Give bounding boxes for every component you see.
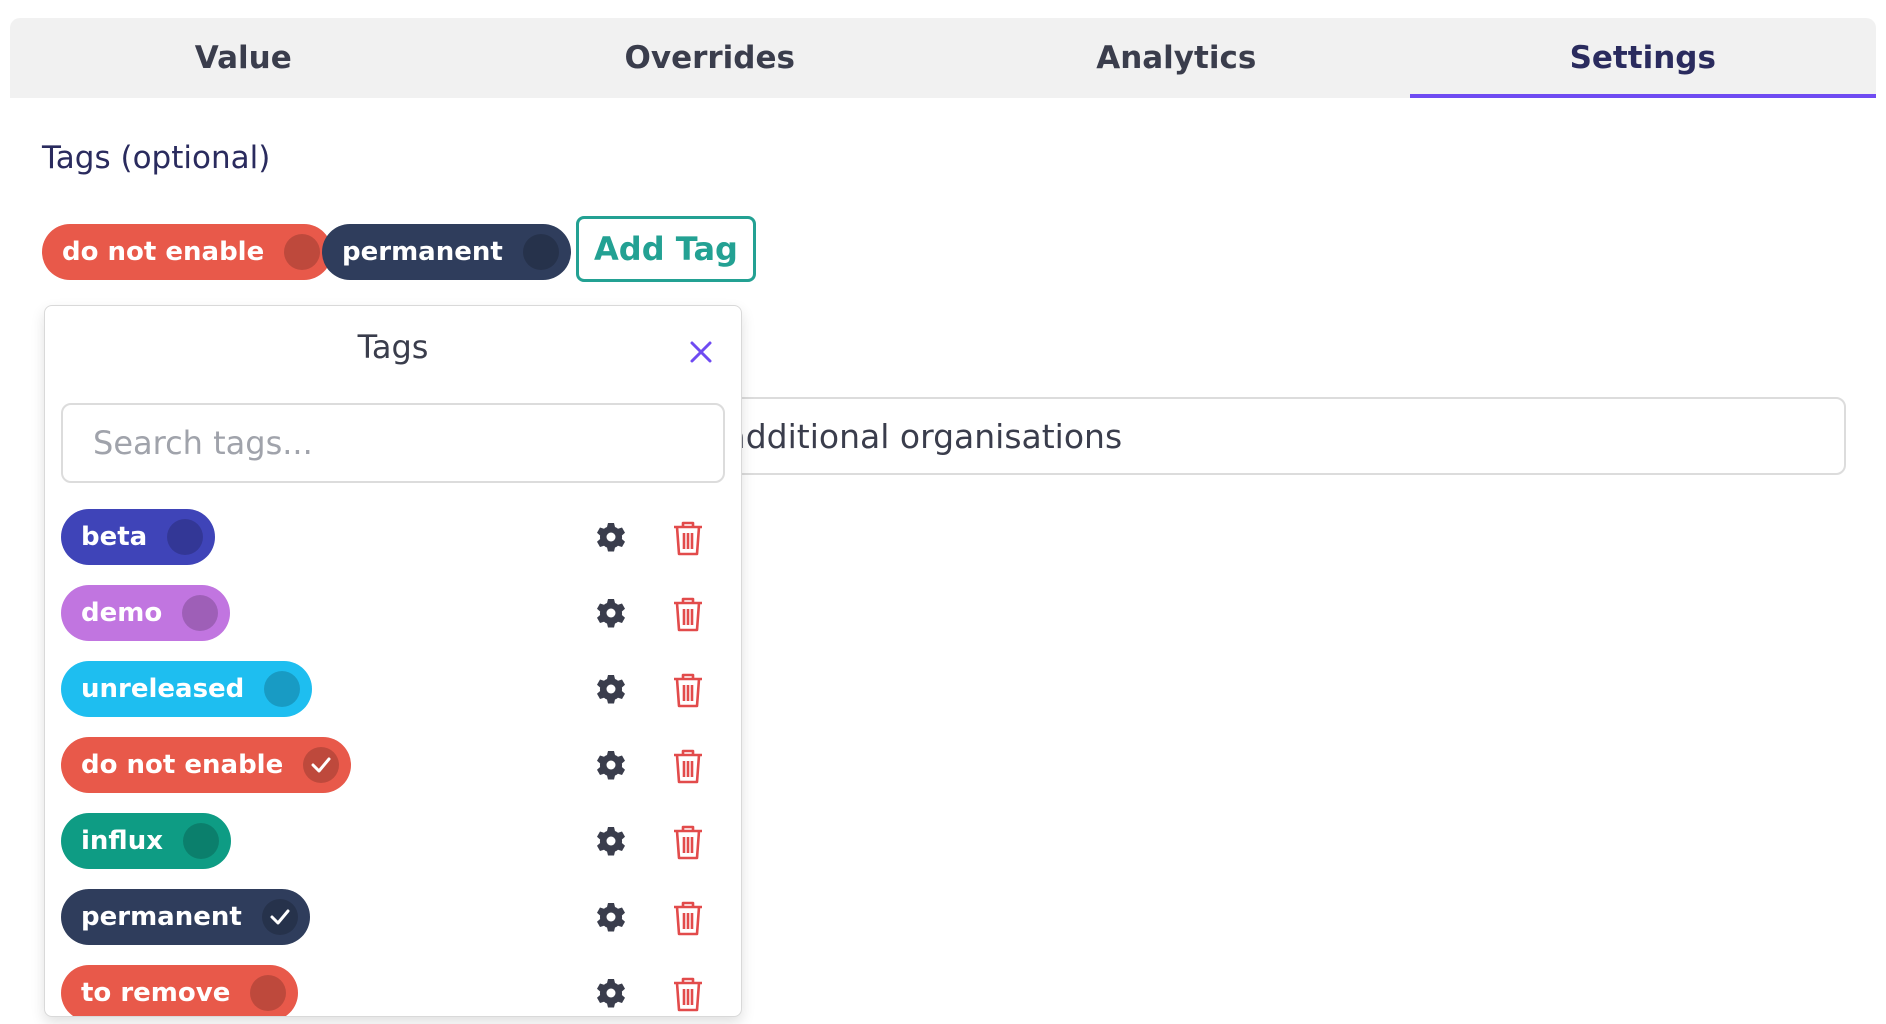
- tags-popover: Tags beta demo unreleased do not enable: [44, 305, 742, 1017]
- tab-analytics[interactable]: Analytics: [943, 18, 1410, 98]
- trash-icon[interactable]: [671, 595, 705, 633]
- tab-settings[interactable]: Settings: [1409, 18, 1877, 98]
- tag-to-remove[interactable]: to remove: [61, 965, 299, 1016]
- gear-icon[interactable]: [595, 597, 627, 629]
- tag-toggle-knob: [264, 671, 301, 707]
- search-tags-input[interactable]: [61, 403, 725, 483]
- tag-label: influx: [81, 826, 163, 856]
- organisations-field[interactable]: ng any additional organisations: [700, 397, 1846, 475]
- tag-label: do not enable: [62, 237, 265, 267]
- tag-label: demo: [81, 598, 163, 628]
- tag-toggle-knob: [303, 747, 340, 783]
- tag-label: beta: [81, 522, 148, 552]
- tag-toggle-knob: [284, 234, 321, 270]
- tab-value[interactable]: Value: [10, 18, 477, 98]
- gear-icon[interactable]: [595, 749, 627, 781]
- trash-icon[interactable]: [671, 975, 705, 1013]
- add-tag-button[interactable]: Add Tag: [576, 216, 756, 282]
- tag-beta[interactable]: beta: [61, 509, 216, 565]
- tag-toggle-knob: [182, 595, 219, 631]
- tag-label: unreleased: [81, 674, 245, 704]
- tag-row-influx: influx: [61, 813, 725, 869]
- gear-icon[interactable]: [595, 901, 627, 933]
- trash-icon[interactable]: [671, 671, 705, 709]
- gear-icon[interactable]: [595, 521, 627, 553]
- check-icon: [311, 757, 331, 773]
- trash-icon[interactable]: [671, 519, 705, 557]
- gear-icon[interactable]: [595, 977, 627, 1009]
- tag-influx[interactable]: influx: [61, 813, 231, 869]
- gear-icon[interactable]: [595, 673, 627, 705]
- tag-label: permanent: [81, 902, 242, 932]
- trash-icon[interactable]: [671, 747, 705, 785]
- trash-icon[interactable]: [671, 823, 705, 861]
- tag-demo[interactable]: demo: [61, 585, 231, 641]
- tag-toggle-knob: [522, 234, 559, 270]
- tab-overrides[interactable]: Overrides: [477, 18, 944, 98]
- tag-toggle-knob: [182, 823, 219, 859]
- organisations-field-text: ng any additional organisations: [702, 416, 1123, 456]
- tag-row-unreleased: unreleased: [61, 661, 725, 717]
- tag-label: permanent: [342, 237, 503, 267]
- tag-row-demo: demo: [61, 585, 725, 641]
- trash-icon[interactable]: [671, 899, 705, 937]
- tag-label: to remove: [81, 978, 231, 1008]
- gear-icon[interactable]: [595, 825, 627, 857]
- tag-toggle-knob: [250, 975, 287, 1011]
- tag-row-permanent: permanent: [61, 889, 725, 945]
- tag-do-not-enable[interactable]: do not enable: [61, 737, 352, 793]
- close-icon[interactable]: [685, 336, 717, 368]
- tag-toggle-knob: [261, 899, 298, 935]
- tag-row-to-remove: to remove: [61, 965, 725, 1016]
- tag-row-do-not-enable: do not enable: [61, 737, 725, 793]
- tags-section-label: Tags (optional): [42, 140, 271, 176]
- selected-tag-do-not-enable[interactable]: do not enable: [42, 224, 333, 280]
- tag-row-beta: beta: [61, 509, 725, 565]
- selected-tag-permanent[interactable]: permanent: [322, 224, 571, 280]
- tag-label: do not enable: [81, 750, 284, 780]
- check-icon: [270, 909, 290, 925]
- popover-title: Tags: [357, 328, 429, 366]
- tag-permanent[interactable]: permanent: [61, 889, 310, 945]
- tag-unreleased[interactable]: unreleased: [61, 661, 313, 717]
- tab-bar: Value Overrides Analytics Settings: [10, 18, 1876, 98]
- tag-toggle-knob: [167, 519, 204, 555]
